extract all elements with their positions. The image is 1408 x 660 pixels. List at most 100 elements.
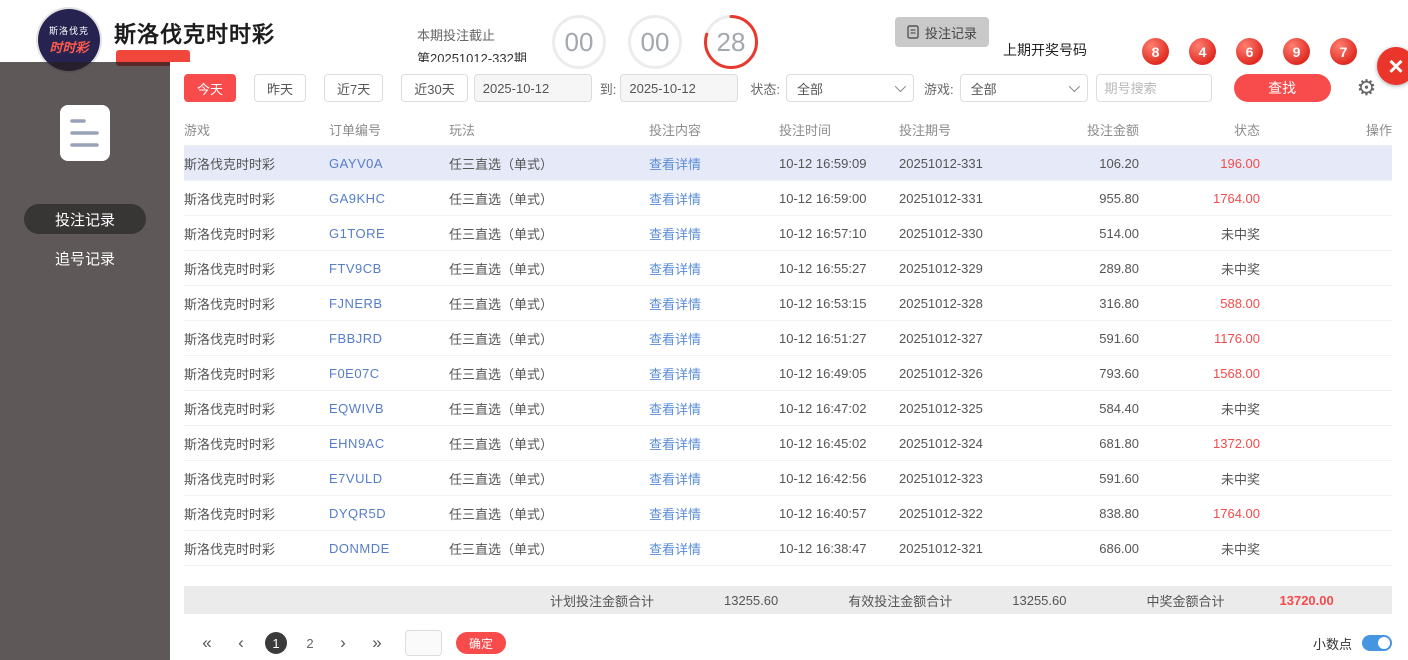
draw-ball: 7 bbox=[1330, 38, 1357, 65]
table-row[interactable]: 斯洛伐克时时彩 EQWIVB 任三直选（单式） 查看详情 10-12 16:47:02 2… bbox=[184, 391, 1392, 426]
cell-time: 10-12 16:59:09 bbox=[779, 155, 867, 171]
decimal-toggle[interactable] bbox=[1362, 635, 1392, 651]
date-to-input[interactable] bbox=[620, 74, 739, 102]
cell-detail-link[interactable]: 查看详情 bbox=[649, 504, 779, 523]
column-header: 操作 bbox=[1365, 123, 1392, 138]
draw-ball: 8 bbox=[1142, 38, 1169, 65]
table-row[interactable]: 斯洛伐克时时彩 GA9KHC 任三直选（单式） 查看详情 10-12 16:59:00 2… bbox=[184, 181, 1392, 216]
cell-detail-link[interactable]: 查看详情 bbox=[649, 224, 779, 243]
confirm-button[interactable]: 确定 bbox=[456, 632, 507, 654]
bet-record-button[interactable]: 投注记录 bbox=[895, 17, 990, 47]
cell-order[interactable]: DONMDE bbox=[329, 541, 449, 556]
next-page-button[interactable]: › bbox=[333, 633, 353, 653]
cell-detail-link[interactable]: 查看详情 bbox=[649, 259, 779, 278]
sidebar-item-chase-records[interactable]: 追号记录 bbox=[0, 248, 170, 269]
column-header: 玩法 bbox=[449, 123, 476, 138]
cell-order[interactable]: GAYV0A bbox=[329, 156, 449, 171]
draw-ball: 6 bbox=[1236, 38, 1263, 65]
cell-game: 斯洛伐克时时彩 bbox=[184, 191, 276, 207]
issue-search-input[interactable] bbox=[1095, 74, 1212, 102]
cell-game: 斯洛伐克时时彩 bbox=[184, 156, 276, 172]
quick-filter-button-0[interactable]: 今天 bbox=[184, 74, 237, 102]
prev-page-button[interactable]: ‹ bbox=[231, 633, 251, 653]
cell-detail-link[interactable]: 查看详情 bbox=[649, 294, 779, 313]
cell-game: 斯洛伐克时时彩 bbox=[184, 366, 276, 382]
cell-play: 任三直选（单式） bbox=[449, 226, 554, 242]
toggle-knob bbox=[1378, 637, 1390, 649]
table-row[interactable]: 斯洛伐克时时彩 FJNERB 任三直选（单式） 查看详情 10-12 16:53:15 2… bbox=[184, 286, 1392, 321]
table-row[interactable]: 斯洛伐克时时彩 FBBJRD 任三直选（单式） 查看详情 10-12 16:51:27 2… bbox=[184, 321, 1392, 356]
table-row[interactable]: 斯洛伐克时时彩 FTV9CB 任三直选（单式） 查看详情 10-12 16:55:27 2… bbox=[184, 251, 1392, 286]
cell-order[interactable]: E7VULD bbox=[329, 471, 449, 486]
cell-order[interactable]: F0E07C bbox=[329, 366, 449, 381]
cell-status: 1176.00 bbox=[1213, 330, 1260, 346]
cell-status: 未中奖 bbox=[1220, 471, 1260, 487]
table-row[interactable]: 斯洛伐克时时彩 DYQR5D 任三直选（单式） 查看详情 10-12 16:40:57 2… bbox=[184, 496, 1392, 531]
cell-detail-link[interactable]: 查看详情 bbox=[649, 539, 779, 558]
sidebar-item-bet-records[interactable]: 投注记录 bbox=[24, 204, 146, 234]
cell-issue: 20251012-323 bbox=[899, 470, 983, 486]
bet-record-button-label: 投注记录 bbox=[925, 25, 978, 41]
win-total-value: 13720.00 bbox=[1279, 592, 1334, 608]
cell-amount: 289.80 bbox=[1099, 260, 1139, 276]
deadline-block: 本期投注截止 第20251012-332期 bbox=[417, 25, 527, 67]
cell-issue: 20251012-331 bbox=[899, 155, 983, 171]
cell-play: 任三直选（单式） bbox=[449, 401, 554, 417]
last-draw-label: 上期开奖号码 bbox=[1003, 42, 1087, 58]
cell-status: 未中奖 bbox=[1220, 541, 1260, 557]
quick-filter-button-3[interactable]: 近30天 bbox=[401, 74, 468, 102]
last-page-button[interactable]: » bbox=[367, 633, 387, 653]
cell-order[interactable]: FTV9CB bbox=[329, 261, 449, 276]
cell-time: 10-12 16:47:02 bbox=[779, 400, 867, 416]
countdown-minutes: 00 bbox=[627, 14, 683, 70]
cell-detail-link[interactable]: 查看详情 bbox=[649, 364, 779, 383]
cell-play: 任三直选（单式） bbox=[449, 366, 554, 382]
cell-detail-link[interactable]: 查看详情 bbox=[649, 329, 779, 348]
game-select[interactable]: 全部 bbox=[959, 74, 1088, 102]
close-button[interactable]: × bbox=[1377, 47, 1408, 85]
column-header: 投注期号 bbox=[899, 123, 952, 138]
cell-detail-link[interactable]: 查看详情 bbox=[649, 154, 779, 173]
document-icon bbox=[60, 105, 110, 161]
cell-play: 任三直选（单式） bbox=[449, 261, 554, 277]
cell-order[interactable]: EQWIVB bbox=[329, 401, 449, 416]
gear-icon[interactable]: ⚙ bbox=[1357, 77, 1377, 99]
cell-game: 斯洛伐克时时彩 bbox=[184, 226, 276, 242]
cell-time: 10-12 16:57:10 bbox=[779, 225, 867, 241]
page-button-2[interactable]: 2 bbox=[299, 632, 321, 654]
page-button-1[interactable]: 1 bbox=[265, 632, 287, 654]
cell-detail-link[interactable]: 查看详情 bbox=[649, 434, 779, 453]
quick-filter-button-1[interactable]: 昨天 bbox=[254, 74, 307, 102]
cell-order[interactable]: FJNERB bbox=[329, 296, 449, 311]
table-row[interactable]: 斯洛伐克时时彩 F0E07C 任三直选（单式） 查看详情 10-12 16:49:05 2… bbox=[184, 356, 1392, 391]
first-page-button[interactable]: « bbox=[197, 633, 217, 653]
cell-order[interactable]: EHN9AC bbox=[329, 436, 449, 451]
page-jump-input[interactable] bbox=[405, 630, 442, 656]
decimal-toggle-group: 小数点 bbox=[1313, 634, 1392, 653]
status-select[interactable]: 全部 bbox=[785, 74, 914, 102]
cell-detail-link[interactable]: 查看详情 bbox=[649, 469, 779, 488]
table-row[interactable]: 斯洛伐克时时彩 G1TORE 任三直选（单式） 查看详情 10-12 16:57:10 2… bbox=[184, 216, 1392, 251]
table-row[interactable]: 斯洛伐克时时彩 E7VULD 任三直选（单式） 查看详情 10-12 16:42:56 2… bbox=[184, 461, 1392, 496]
cell-status: 1764.00 bbox=[1213, 505, 1260, 521]
game-select-value: 全部 bbox=[970, 81, 997, 97]
cell-status: 196.00 bbox=[1220, 155, 1260, 171]
date-from-input[interactable] bbox=[473, 74, 592, 102]
table-row[interactable]: 斯洛伐克时时彩 GAYV0A 任三直选（单式） 查看详情 10-12 16:59:09 2… bbox=[184, 146, 1392, 181]
table-row[interactable]: 斯洛伐克时时彩 DONMDE 任三直选（单式） 查看详情 10-12 16:38:47 2… bbox=[184, 531, 1392, 566]
cell-order[interactable]: G1TORE bbox=[329, 226, 449, 241]
search-button[interactable]: 查找 bbox=[1233, 74, 1331, 102]
table-row[interactable]: 斯洛伐克时时彩 EHN9AC 任三直选（单式） 查看详情 10-12 16:45:02 2… bbox=[184, 426, 1392, 461]
quick-filter-button-2[interactable]: 近7天 bbox=[324, 74, 384, 102]
cell-detail-link[interactable]: 查看详情 bbox=[649, 189, 779, 208]
cell-order[interactable]: FBBJRD bbox=[329, 331, 449, 346]
cell-order[interactable]: DYQR5D bbox=[329, 506, 449, 521]
cell-play: 任三直选（单式） bbox=[449, 191, 554, 207]
cell-order[interactable]: GA9KHC bbox=[329, 191, 449, 206]
to-label: 到: bbox=[599, 81, 617, 97]
countdown-hours: 00 bbox=[551, 14, 607, 70]
cell-status: 588.00 bbox=[1220, 295, 1260, 311]
countdown-minutes-value: 00 bbox=[640, 26, 670, 57]
cell-detail-link[interactable]: 查看详情 bbox=[649, 399, 779, 418]
cell-issue: 20251012-321 bbox=[899, 540, 983, 556]
